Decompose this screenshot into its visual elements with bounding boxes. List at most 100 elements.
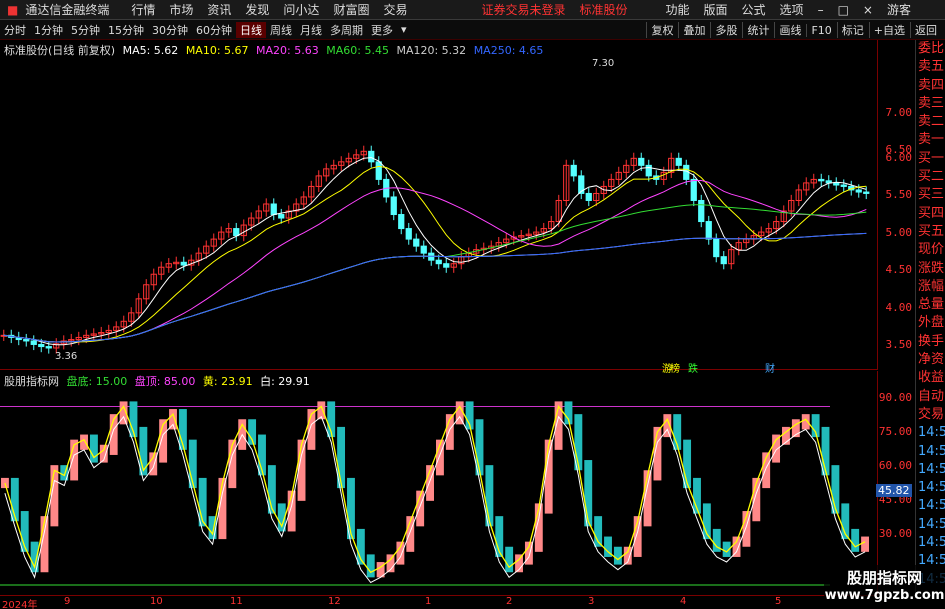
- tool-add-favorite[interactable]: +自选: [868, 22, 909, 38]
- date-label: 4: [680, 596, 687, 607]
- menu-trade[interactable]: 交易: [376, 1, 414, 18]
- ma-line: [3, 180, 867, 343]
- menu-formula[interactable]: 公式: [735, 1, 773, 18]
- period-15min[interactable]: 15分钟: [104, 22, 148, 38]
- close-icon[interactable]: ×: [856, 3, 880, 17]
- indicator-chart[interactable]: [0, 371, 877, 595]
- indicator-axis: 90.00 75.00 60.00 45.00 30.00 45.82: [876, 371, 915, 595]
- tool-mark[interactable]: 标记: [836, 22, 868, 38]
- user-guest[interactable]: 游客: [880, 1, 918, 18]
- side-panel-item[interactable]: 委比: [916, 40, 945, 58]
- indicator-bar: [505, 546, 514, 573]
- side-panel-item[interactable]: 14:56: [916, 479, 945, 497]
- period-60min[interactable]: 60分钟: [192, 22, 236, 38]
- price-tick: 3.50: [885, 338, 913, 351]
- date-label: 5: [775, 596, 782, 607]
- indicator-bar: [613, 546, 622, 565]
- side-panel-item[interactable]: 买三: [916, 186, 945, 204]
- side-panel-item[interactable]: 现价: [916, 241, 945, 259]
- tool-adjust[interactable]: 复权: [646, 22, 677, 38]
- maximize-icon[interactable]: □: [831, 3, 856, 17]
- title-bar: ■ 通达信金融终端 行情 市场 资讯 发现 问小达 财富圈 交易 证券交易未登录…: [0, 0, 945, 20]
- watermark-line1: 股朋指标网: [846, 569, 922, 587]
- down-candle: [720, 256, 727, 265]
- indicator-pane[interactable]: 股朋指标网 盘底: 15.00 盘顶: 85.00 黄: 23.91 白: 29…: [0, 371, 877, 595]
- tool-back[interactable]: 返回: [910, 22, 941, 38]
- side-panel-item[interactable]: 涨跌: [916, 260, 945, 278]
- menu-ask[interactable]: 问小达: [276, 1, 326, 18]
- tool-stats[interactable]: 统计: [742, 22, 773, 38]
- side-panel-item[interactable]: 卖一: [916, 131, 945, 149]
- side-panel-item[interactable]: 14:56: [916, 424, 945, 442]
- period-multi[interactable]: 多周期: [326, 22, 367, 38]
- side-panel-item[interactable]: 14:56: [916, 461, 945, 479]
- period-1min[interactable]: 1分钟: [30, 22, 67, 38]
- period-5min[interactable]: 5分钟: [67, 22, 104, 38]
- period-monthly[interactable]: 月线: [296, 22, 326, 38]
- side-panel-item[interactable]: 外盘: [916, 314, 945, 332]
- date-label: 11: [230, 596, 243, 607]
- side-panel-item[interactable]: 14:56: [916, 443, 945, 461]
- price-axis: 7.00 6.50 6.00 5.50 5.00 4.50 4.00 3.50: [877, 40, 915, 370]
- period-tick[interactable]: 分时: [0, 22, 30, 38]
- trade-login-notice[interactable]: 证券交易未登录: [474, 1, 572, 18]
- side-panel-item[interactable]: 涨幅: [916, 278, 945, 296]
- minimize-icon[interactable]: –: [811, 3, 831, 17]
- date-label: 3: [588, 596, 595, 607]
- down-candle: [863, 191, 870, 194]
- side-panel-item[interactable]: 卖二: [916, 113, 945, 131]
- legend-ma250: MA250: 4.65: [473, 44, 544, 57]
- menu-layout[interactable]: 版面: [697, 1, 735, 18]
- side-panel-item[interactable]: 净资: [916, 351, 945, 369]
- down-candle: [443, 263, 450, 268]
- down-candle: [435, 259, 442, 265]
- current-stock-name[interactable]: 标准股份: [572, 1, 634, 18]
- menu-function[interactable]: 功能: [659, 1, 697, 18]
- legend-top: 盘顶: 85.00: [134, 375, 196, 388]
- side-panel-item[interactable]: 收益: [916, 369, 945, 387]
- quote-side-panel: 委比 卖五 卖四 卖三 卖二 卖一 买一 买二 买三 买四 买五 现价 涨跌 涨幅 总量 外盘 换手 净资 收益 自动…: [915, 40, 945, 595]
- watermark: 股朋指标网 www.7gpzb.com: [824, 565, 945, 609]
- down-candle: [713, 238, 720, 258]
- price-tick: 4.00: [885, 301, 913, 314]
- price-chart-pane[interactable]: 标准股份(日线 前复权) MA5: 5.62 MA10: 5.67 MA20: …: [0, 40, 877, 375]
- tool-overlay[interactable]: 叠加: [678, 22, 709, 38]
- side-panel-item[interactable]: 卖四: [916, 77, 945, 95]
- price-tick: 6.00: [885, 151, 913, 164]
- chevron-down-icon[interactable]: ▾: [397, 23, 411, 36]
- side-panel-item[interactable]: 买二: [916, 168, 945, 186]
- menu-discover[interactable]: 发现: [238, 1, 276, 18]
- side-panel-item[interactable]: 卖三: [916, 95, 945, 113]
- side-panel-item[interactable]: 总量: [916, 296, 945, 314]
- side-panel-item[interactable]: 换手: [916, 333, 945, 351]
- tool-draw[interactable]: 画线: [774, 22, 805, 38]
- menu-options[interactable]: 选项: [773, 1, 811, 18]
- period-30min[interactable]: 30分钟: [148, 22, 192, 38]
- menu-market[interactable]: 市场: [162, 1, 200, 18]
- side-panel-item[interactable]: 买四: [916, 205, 945, 223]
- menu-market-quotes[interactable]: 行情: [124, 1, 162, 18]
- side-panel-item[interactable]: 卖五: [916, 58, 945, 76]
- tool-multi-stock[interactable]: 多股: [710, 22, 741, 38]
- tool-f10[interactable]: F10: [806, 23, 835, 37]
- side-panel-item[interactable]: 交易: [916, 406, 945, 424]
- side-panel-item[interactable]: 14:56: [916, 516, 945, 534]
- side-panel-item[interactable]: 14:56: [916, 534, 945, 552]
- legend-title: 标准股份(日线 前复权): [4, 44, 116, 57]
- side-panel-item[interactable]: 自动: [916, 388, 945, 406]
- side-panel-item[interactable]: 买五: [916, 223, 945, 241]
- period-weekly[interactable]: 周线: [266, 22, 296, 38]
- menu-wealth[interactable]: 财富圈: [326, 1, 376, 18]
- price-tick: 5.50: [885, 188, 913, 201]
- candlestick-chart[interactable]: [0, 40, 877, 370]
- down-candle: [23, 339, 30, 342]
- side-panel-item[interactable]: 14:56: [916, 497, 945, 515]
- period-daily[interactable]: 日线: [236, 21, 266, 38]
- side-panel-item[interactable]: 买一: [916, 150, 945, 168]
- main-legend: 标准股份(日线 前复权) MA5: 5.62 MA10: 5.67 MA20: …: [4, 42, 547, 58]
- down-candle: [855, 189, 862, 193]
- down-candle: [390, 196, 397, 216]
- menu-news[interactable]: 资讯: [200, 1, 238, 18]
- period-more[interactable]: 更多: [367, 22, 397, 38]
- down-candle: [645, 164, 652, 177]
